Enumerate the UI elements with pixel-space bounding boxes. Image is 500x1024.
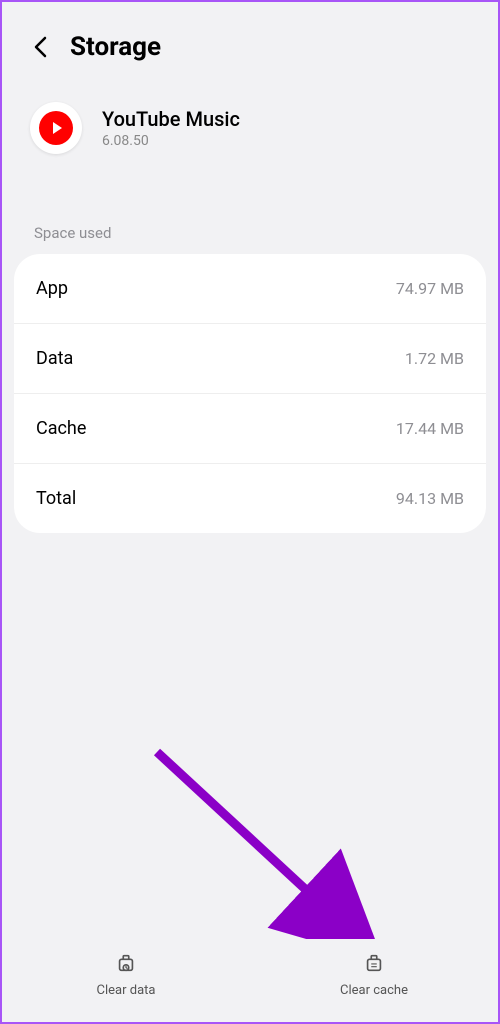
page-title: Storage — [70, 32, 161, 62]
clear-cache-label: Clear cache — [340, 983, 408, 998]
storage-value: 94.13 MB — [396, 489, 464, 508]
storage-label: Cache — [36, 418, 86, 439]
trash-data-icon — [114, 951, 138, 975]
storage-label: App — [36, 278, 68, 299]
storage-row-cache: Cache 17.44 MB — [14, 394, 486, 464]
storage-value: 74.97 MB — [396, 279, 464, 298]
youtube-music-icon — [30, 102, 82, 154]
storage-card: App 74.97 MB Data 1.72 MB Cache 17.44 MB… — [14, 254, 486, 533]
section-label: Space used — [2, 194, 498, 254]
header: Storage — [2, 2, 498, 82]
storage-row-app: App 74.97 MB — [14, 254, 486, 324]
app-name: YouTube Music — [102, 107, 240, 131]
trash-cache-icon — [362, 951, 386, 975]
storage-row-data: Data 1.72 MB — [14, 324, 486, 394]
clear-cache-button[interactable]: Clear cache — [250, 951, 498, 998]
storage-value: 17.44 MB — [396, 419, 464, 438]
bottom-bar: Clear data Clear cache — [2, 939, 498, 1022]
back-icon[interactable] — [30, 37, 50, 57]
arrow-annotation-icon — [147, 742, 387, 972]
storage-value: 1.72 MB — [405, 349, 464, 368]
app-version: 6.08.50 — [102, 133, 240, 149]
storage-label: Data — [36, 348, 73, 369]
storage-row-total: Total 94.13 MB — [14, 464, 486, 533]
app-info: YouTube Music 6.08.50 — [2, 82, 498, 194]
storage-label: Total — [36, 488, 76, 509]
clear-data-button[interactable]: Clear data — [2, 951, 250, 998]
app-details: YouTube Music 6.08.50 — [102, 107, 240, 149]
clear-data-label: Clear data — [97, 983, 156, 998]
